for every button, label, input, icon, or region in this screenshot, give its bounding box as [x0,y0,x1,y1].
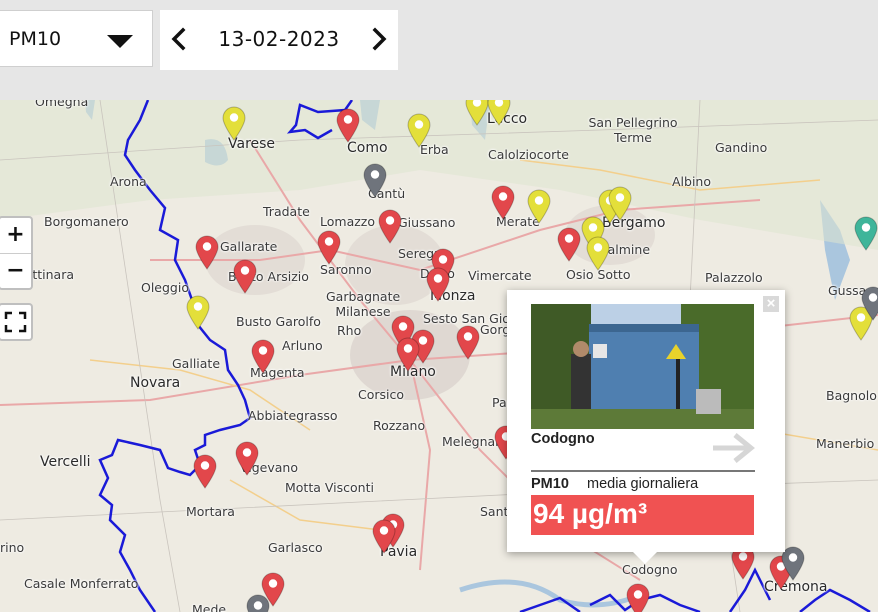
date-display: 13-02-2023 [218,27,340,51]
place-label: Abbiategrasso [248,408,338,423]
place-label: Manerbio [816,436,875,451]
place-label: San Pellegrino Terme [588,115,678,145]
top-toolbar: PM10 13-02-2023 [0,0,878,100]
place-label: Gandino [715,140,768,155]
place-label: Garbagnate Milanese [326,289,401,319]
divider [531,470,755,472]
station-name: Codogno [531,431,595,447]
place-label: Motta Visconti [285,480,374,495]
concentration-value-badge: 94 µg/m³ [531,495,754,535]
place-label: Oleggio [141,280,189,295]
place-label: Borgomanero [44,214,129,229]
station-marker-red[interactable] [455,324,481,360]
station-marker-red[interactable] [377,208,403,244]
popup-tip [631,550,659,564]
place-label: Vercelli [40,454,91,470]
place-label: Lomazzo [320,214,375,229]
date-navigator: 13-02-2023 [160,10,398,70]
place-label: Sant [480,504,509,519]
concentration-value: 94 µg/m³ [533,498,648,529]
chevron-down-icon [107,35,133,48]
place-label: Albino [672,174,712,189]
place-label: Codogno [622,562,678,577]
station-marker-yellow[interactable] [607,185,633,221]
station-marker-grey[interactable] [860,285,878,321]
popup-pollutant: PM10 [531,476,569,492]
station-popup: × Codogno PM10 media giornaliera 94 µg/m… [507,290,785,564]
station-marker-red[interactable] [234,440,260,476]
place-label: Tradate [263,204,310,219]
station-marker-red[interactable] [425,266,451,302]
station-marker-red[interactable] [556,226,582,262]
place-label: Garlasco [268,540,323,555]
place-label: Gallarate [220,239,278,254]
place-label: Rozzano [373,418,426,433]
place-label: Casale Monferrato [24,576,139,591]
station-marker-yellow[interactable] [526,188,552,224]
station-marker-red[interactable] [192,453,218,489]
place-label: Bagnolo [826,388,877,403]
fullscreen-button[interactable] [0,303,33,341]
station-marker-yellow[interactable] [221,105,247,141]
place-label: Busto Garolfo [236,314,321,329]
place-label: Corsico [358,387,405,402]
station-photo [531,304,754,429]
place-label: Mortara [186,504,235,519]
place-label: Arona [110,174,147,189]
chevron-right-icon[interactable] [364,24,394,54]
place-label: Vimercate [468,268,532,283]
chevron-left-icon[interactable] [164,24,194,54]
place-label: Palazzolo [705,270,763,285]
fullscreen-icon [4,311,27,333]
station-marker-red[interactable] [490,184,516,220]
pollutant-select[interactable]: PM10 [0,10,153,67]
place-label: Novara [130,375,181,391]
place-label: Mede [192,602,227,612]
place-label: Calolziocorte [488,147,569,162]
station-marker-yellow[interactable] [585,235,611,271]
close-icon[interactable]: × [763,296,779,312]
place-label: Galliate [172,356,221,371]
station-marker-red[interactable] [335,107,361,143]
station-marker-red[interactable] [395,336,421,372]
station-marker-red[interactable] [625,582,651,612]
station-marker-yellow[interactable] [406,112,432,148]
place-label: Rho [337,323,362,338]
place-label: rino [0,540,25,555]
zoom-in-button[interactable]: + [0,218,31,254]
station-marker-red[interactable] [232,258,258,294]
pollutant-select-value: PM10 [9,27,62,50]
arrow-right-icon[interactable] [709,430,759,466]
zoom-out-button[interactable]: − [0,254,31,289]
place-label: Arluno [282,338,323,353]
station-marker-grey[interactable] [245,593,271,612]
station-marker-red[interactable] [371,518,397,554]
station-marker-red[interactable] [250,338,276,374]
station-marker-yellow[interactable] [486,100,512,126]
place-label: Omegna [35,100,89,109]
station-marker-grey[interactable] [362,162,388,198]
station-marker-red[interactable] [194,234,220,270]
place-label: Giussano [398,215,456,230]
station-marker-red[interactable] [316,229,342,265]
popup-metric: media giornaliera [587,476,699,492]
zoom-control: + − [0,216,33,290]
place-label: Pa [492,395,507,410]
station-marker-teal[interactable] [853,215,878,251]
station-marker-yellow[interactable] [185,294,211,330]
